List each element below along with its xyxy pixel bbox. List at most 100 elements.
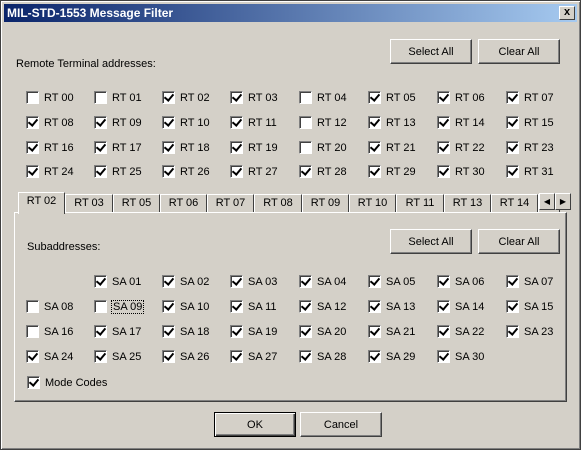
rt-checkbox-rt05[interactable]: RT 05 xyxy=(368,90,416,105)
checkbox-box[interactable] xyxy=(27,376,40,389)
checkbox-box[interactable] xyxy=(94,350,107,363)
rt-checkbox-rt01[interactable]: RT 01 xyxy=(94,90,142,105)
rt-clear-all-button[interactable]: Clear All xyxy=(478,39,560,64)
checkbox-box[interactable] xyxy=(506,91,519,104)
tab-rt05[interactable]: RT 05 xyxy=(113,194,160,213)
checkbox-box[interactable] xyxy=(368,116,381,129)
rt-checkbox-rt30[interactable]: RT 30 xyxy=(437,164,485,179)
checkbox-box[interactable] xyxy=(230,275,243,288)
checkbox-box[interactable] xyxy=(230,165,243,178)
sa-checkbox-sa01[interactable]: SA 01 xyxy=(94,274,141,289)
rt-checkbox-rt02[interactable]: RT 02 xyxy=(162,90,210,105)
sa-checkbox-sa14[interactable]: SA 14 xyxy=(437,299,484,314)
rt-checkbox-rt18[interactable]: RT 18 xyxy=(162,140,210,155)
tab-rt02[interactable]: RT 02 xyxy=(18,192,65,214)
checkbox-box[interactable] xyxy=(94,165,107,178)
checkbox-box[interactable] xyxy=(368,91,381,104)
tab-rt10[interactable]: RT 10 xyxy=(349,194,396,213)
tab-rt14[interactable]: RT 14 xyxy=(491,194,538,213)
checkbox-box[interactable] xyxy=(368,275,381,288)
checkbox-box[interactable] xyxy=(162,275,175,288)
sa-checkbox-sa28[interactable]: SA 28 xyxy=(299,349,346,364)
checkbox-box[interactable] xyxy=(162,141,175,154)
sa-checkbox-sa09[interactable]: SA 09 xyxy=(94,299,145,314)
sa-checkbox-sa23[interactable]: SA 23 xyxy=(506,324,553,339)
sa-checkbox-sa19[interactable]: SA 19 xyxy=(230,324,277,339)
checkbox-box[interactable] xyxy=(230,325,243,338)
checkbox-box[interactable] xyxy=(368,300,381,313)
checkbox-box[interactable] xyxy=(162,350,175,363)
sa-checkbox-sa29[interactable]: SA 29 xyxy=(368,349,415,364)
checkbox-box[interactable] xyxy=(26,165,39,178)
sa-checkbox-sa26[interactable]: SA 26 xyxy=(162,349,209,364)
checkbox-box[interactable] xyxy=(437,300,450,313)
rt-checkbox-rt14[interactable]: RT 14 xyxy=(437,115,485,130)
checkbox-box[interactable] xyxy=(506,300,519,313)
checkbox-box[interactable] xyxy=(26,300,39,313)
rt-checkbox-rt24[interactable]: RT 24 xyxy=(26,164,74,179)
checkbox-box[interactable] xyxy=(299,91,312,104)
sa-checkbox-sa06[interactable]: SA 06 xyxy=(437,274,484,289)
checkbox-box[interactable] xyxy=(506,165,519,178)
rt-checkbox-rt28[interactable]: RT 28 xyxy=(299,164,347,179)
checkbox-box[interactable] xyxy=(437,325,450,338)
rt-checkbox-rt17[interactable]: RT 17 xyxy=(94,140,142,155)
sa-clear-all-button[interactable]: Clear All xyxy=(478,229,560,254)
checkbox-box[interactable] xyxy=(162,300,175,313)
rt-checkbox-rt13[interactable]: RT 13 xyxy=(368,115,416,130)
sa-checkbox-sa30[interactable]: SA 30 xyxy=(437,349,484,364)
sa-checkbox-sa24[interactable]: SA 24 xyxy=(26,349,73,364)
sa-select-all-button[interactable]: Select All xyxy=(390,229,472,254)
checkbox-box[interactable] xyxy=(94,91,107,104)
checkbox-box[interactable] xyxy=(162,165,175,178)
checkbox-box[interactable] xyxy=(368,165,381,178)
checkbox-box[interactable] xyxy=(299,116,312,129)
rt-select-all-button[interactable]: Select All xyxy=(390,39,472,64)
rt-checkbox-rt04[interactable]: RT 04 xyxy=(299,90,347,105)
checkbox-box[interactable] xyxy=(230,350,243,363)
sa-checkbox-sa18[interactable]: SA 18 xyxy=(162,324,209,339)
rt-checkbox-rt31[interactable]: RT 31 xyxy=(506,164,554,179)
checkbox-box[interactable] xyxy=(230,91,243,104)
checkbox-box[interactable] xyxy=(368,141,381,154)
rt-checkbox-rt15[interactable]: RT 15 xyxy=(506,115,554,130)
checkbox-box[interactable] xyxy=(299,141,312,154)
cancel-button[interactable]: Cancel xyxy=(300,412,382,437)
tab-scroll-right-button[interactable]: ▶ xyxy=(555,193,571,210)
rt-checkbox-rt12[interactable]: RT 12 xyxy=(299,115,347,130)
checkbox-box[interactable] xyxy=(162,116,175,129)
checkbox-box[interactable] xyxy=(437,275,450,288)
checkbox-box[interactable] xyxy=(368,350,381,363)
tab-rt06[interactable]: RT 06 xyxy=(160,194,207,213)
tab-rt07[interactable]: RT 07 xyxy=(207,194,254,213)
checkbox-box[interactable] xyxy=(368,325,381,338)
sa-checkbox-sa13[interactable]: SA 13 xyxy=(368,299,415,314)
checkbox-box[interactable] xyxy=(26,325,39,338)
ok-button[interactable]: OK xyxy=(214,412,296,437)
tab-rt11[interactable]: RT 11 xyxy=(396,194,444,213)
checkbox-box[interactable] xyxy=(437,141,450,154)
sa-checkbox-sa17[interactable]: SA 17 xyxy=(94,324,141,339)
tab-rt08[interactable]: RT 08 xyxy=(254,194,302,213)
mode-codes-checkbox[interactable]: Mode Codes xyxy=(27,375,107,390)
sa-checkbox-sa27[interactable]: SA 27 xyxy=(230,349,277,364)
checkbox-box[interactable] xyxy=(437,165,450,178)
sa-checkbox-sa21[interactable]: SA 21 xyxy=(368,324,415,339)
tab-scroll-left-button[interactable]: ◀ xyxy=(539,193,555,210)
rt-checkbox-rt21[interactable]: RT 21 xyxy=(368,140,416,155)
rt-checkbox-rt29[interactable]: RT 29 xyxy=(368,164,416,179)
rt-checkbox-rt16[interactable]: RT 16 xyxy=(26,140,74,155)
checkbox-box[interactable] xyxy=(230,116,243,129)
checkbox-box[interactable] xyxy=(26,116,39,129)
rt-checkbox-rt25[interactable]: RT 25 xyxy=(94,164,142,179)
sa-checkbox-sa15[interactable]: SA 15 xyxy=(506,299,553,314)
tab-rt09[interactable]: RT 09 xyxy=(302,194,349,213)
sa-checkbox-sa07[interactable]: SA 07 xyxy=(506,274,553,289)
checkbox-box[interactable] xyxy=(299,350,312,363)
rt-checkbox-rt20[interactable]: RT 20 xyxy=(299,140,347,155)
rt-checkbox-rt03[interactable]: RT 03 xyxy=(230,90,278,105)
sa-checkbox-sa08[interactable]: SA 08 xyxy=(26,299,73,314)
checkbox-box[interactable] xyxy=(230,141,243,154)
checkbox-box[interactable] xyxy=(26,91,39,104)
checkbox-box[interactable] xyxy=(26,141,39,154)
